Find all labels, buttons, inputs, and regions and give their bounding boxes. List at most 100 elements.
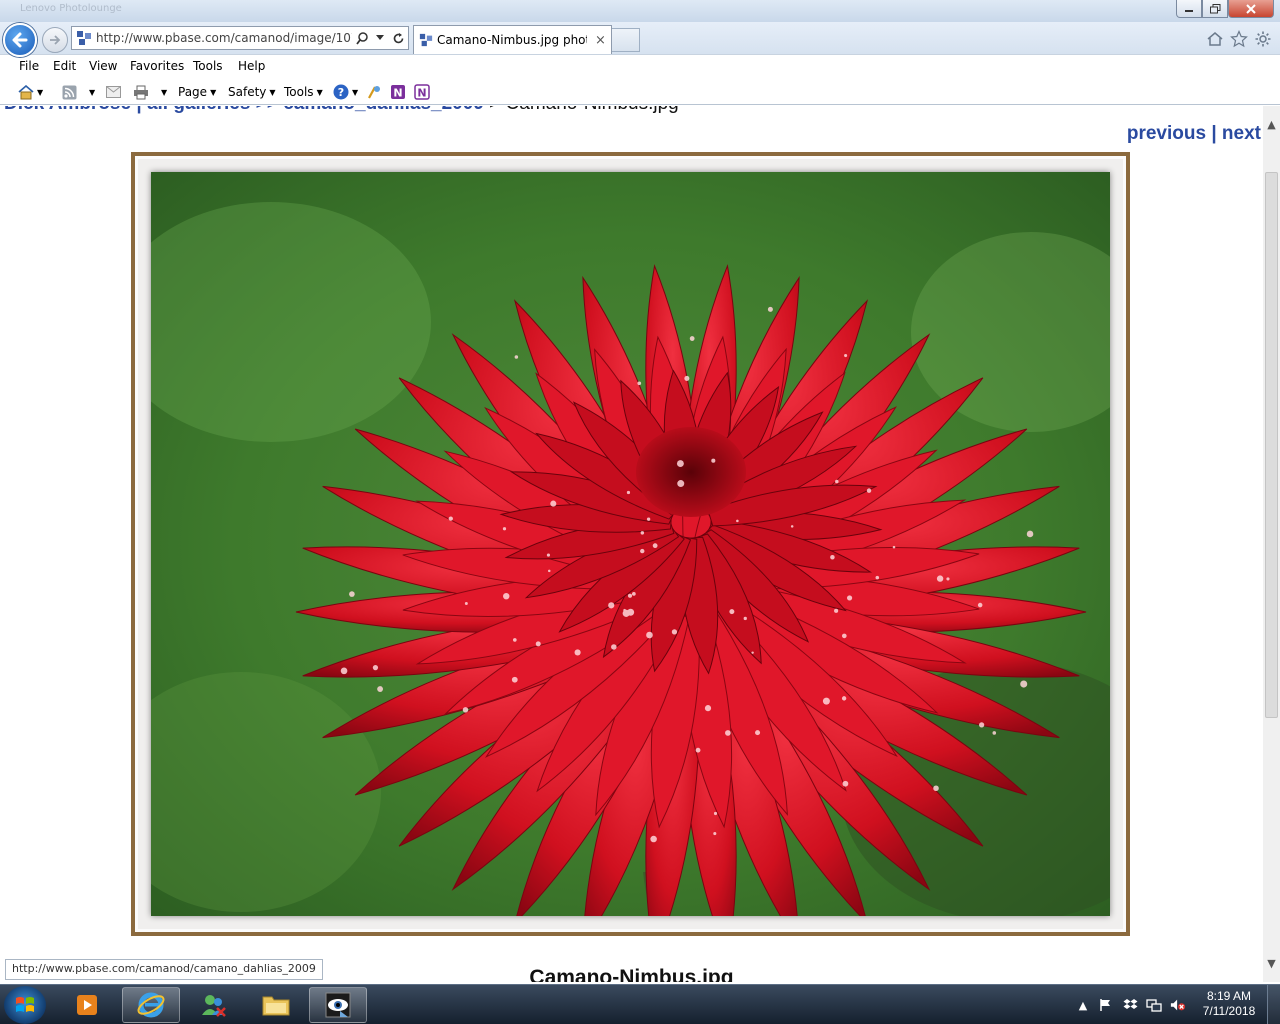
dahlia-photo[interactable] <box>151 172 1110 916</box>
water-droplet <box>842 780 849 787</box>
address-bar[interactable]: http://www.pbase.com/camanod/image/10780… <box>71 26 409 50</box>
menu-help[interactable]: Help <box>238 59 265 73</box>
scroll-thumb[interactable] <box>1265 172 1278 718</box>
refresh-icon[interactable] <box>390 30 406 46</box>
restore-button[interactable] <box>1202 0 1228 18</box>
pbase-favicon-icon <box>77 31 91 45</box>
taskbar-media-player[interactable] <box>58 987 116 1023</box>
back-arrow-icon <box>12 32 28 48</box>
vertical-scrollbar[interactable]: ▲ ▼ <box>1263 106 1280 982</box>
author-link[interactable]: Dick Ambrose <box>4 106 131 114</box>
volume-muted-icon[interactable] <box>1170 997 1186 1013</box>
safety-menu-label: Safety <box>228 85 267 99</box>
gallery-link[interactable]: camano_dahlias_2009 <box>283 106 484 114</box>
water-droplet <box>512 638 517 642</box>
previous-link[interactable]: previous <box>1127 123 1206 144</box>
water-droplet <box>936 575 944 582</box>
rss-feed-icon <box>62 85 77 99</box>
forward-button[interactable] <box>42 27 68 53</box>
taskbar-internet-explorer[interactable] <box>122 987 180 1023</box>
safety-menu-button[interactable]: Safety ▼ <box>228 83 276 101</box>
new-tab-button[interactable] <box>612 28 640 52</box>
water-droplet <box>372 665 379 671</box>
breadcrumb-arrow: > <box>484 106 506 114</box>
page-content: Dick Ambrose | all galleries >> camano_d… <box>0 106 1263 982</box>
clock-date: 7/11/2018 <box>1202 1004 1256 1018</box>
show-hidden-icons-icon[interactable]: ▲ <box>1075 997 1091 1013</box>
water-droplet <box>736 519 739 523</box>
taskbar-file-explorer[interactable] <box>247 987 305 1023</box>
back-button[interactable] <box>3 23 37 57</box>
title-bar: Lenovo Photolounge <box>0 0 1280 22</box>
all-galleries-link[interactable]: all galleries <box>147 106 251 114</box>
help-icon: ? <box>333 84 349 100</box>
help-dropdown-button[interactable]: ? ▼ <box>333 83 358 101</box>
water-droplet <box>646 517 651 521</box>
show-desktop-button[interactable] <box>1267 985 1280 1024</box>
menu-file[interactable]: File <box>19 59 39 73</box>
browser-tab[interactable]: Camano-Nimbus.jpg phot... × <box>413 25 612 54</box>
tools-menu-button[interactable]: Tools ▼ <box>284 83 323 101</box>
water-droplet <box>548 569 551 573</box>
settings-gear-icon[interactable] <box>1253 29 1273 49</box>
windows-taskbar: ▲ 8:19 AM 7/11/2018 <box>0 984 1280 1024</box>
menu-tools[interactable]: Tools <box>193 59 223 73</box>
water-droplet <box>1026 530 1034 538</box>
tab-title: Camano-Nimbus.jpg phot... <box>437 33 587 47</box>
folder-icon <box>262 996 290 1016</box>
home-dropdown-button[interactable]: ▼ <box>18 83 43 101</box>
water-droplet <box>892 545 896 549</box>
print-dropdown-button[interactable]: ▼ <box>133 83 167 101</box>
search-icon[interactable] <box>354 30 370 46</box>
water-droplet <box>574 649 581 656</box>
printer-icon <box>134 85 148 99</box>
breadcrumb-arrow: >> <box>250 106 283 114</box>
start-button[interactable] <box>4 986 46 1024</box>
favorites-star-icon[interactable] <box>1229 29 1249 49</box>
address-url[interactable]: http://www.pbase.com/camanod/image/10780… <box>96 31 352 45</box>
red-dahlia-image <box>151 172 1110 916</box>
chevron-down-icon: ▼ <box>316 87 323 97</box>
media-player-icon <box>77 995 97 1015</box>
water-droplet <box>377 686 384 692</box>
action-center-flag-icon[interactable] <box>1098 997 1114 1013</box>
system-clock[interactable]: 8:19 AM 7/11/2018 <box>1198 989 1260 1019</box>
water-droplet <box>695 747 701 753</box>
address-dropdown-icon[interactable] <box>372 30 388 46</box>
read-mail-button[interactable] <box>106 83 121 101</box>
menu-edit[interactable]: Edit <box>53 59 76 73</box>
water-droplet <box>503 592 510 600</box>
water-droplet <box>946 577 950 581</box>
windows-logo-icon <box>16 997 34 1012</box>
water-droplet <box>822 697 830 705</box>
water-droplet <box>767 306 773 312</box>
water-droplet <box>462 707 469 713</box>
home-icon[interactable] <box>1205 29 1225 49</box>
feeds-dropdown-button[interactable]: ▼ <box>62 83 95 101</box>
onenote-linked-notes-button[interactable]: N <box>414 83 430 101</box>
research-button[interactable] <box>366 83 382 101</box>
water-droplet <box>830 554 835 560</box>
menu-favorites[interactable]: Favorites <box>130 59 184 73</box>
chevron-down-icon: ▼ <box>37 87 44 97</box>
water-droplet <box>713 811 718 816</box>
menu-view[interactable]: View <box>89 59 117 73</box>
taskbar-messenger[interactable] <box>185 987 243 1023</box>
close-window-button[interactable] <box>1228 0 1274 18</box>
water-droplet <box>626 490 631 495</box>
water-droplet <box>743 616 747 621</box>
network-icon[interactable] <box>1146 997 1162 1013</box>
close-icon <box>1246 3 1256 14</box>
taskbar-photo-app[interactable] <box>309 987 367 1023</box>
scroll-down-arrow-icon[interactable]: ▼ <box>1263 955 1280 972</box>
water-droplet <box>640 531 645 535</box>
page-menu-button[interactable]: Page ▼ <box>178 83 216 101</box>
water-droplet <box>627 593 633 598</box>
dropbox-icon[interactable] <box>1122 997 1138 1013</box>
minimize-button[interactable] <box>1176 0 1202 18</box>
next-link[interactable]: next <box>1222 123 1261 144</box>
onenote-send-button[interactable]: N <box>390 83 406 101</box>
scroll-up-arrow-icon[interactable]: ▲ <box>1263 116 1280 133</box>
tab-close-icon[interactable]: × <box>595 33 606 48</box>
water-droplet <box>340 667 348 675</box>
